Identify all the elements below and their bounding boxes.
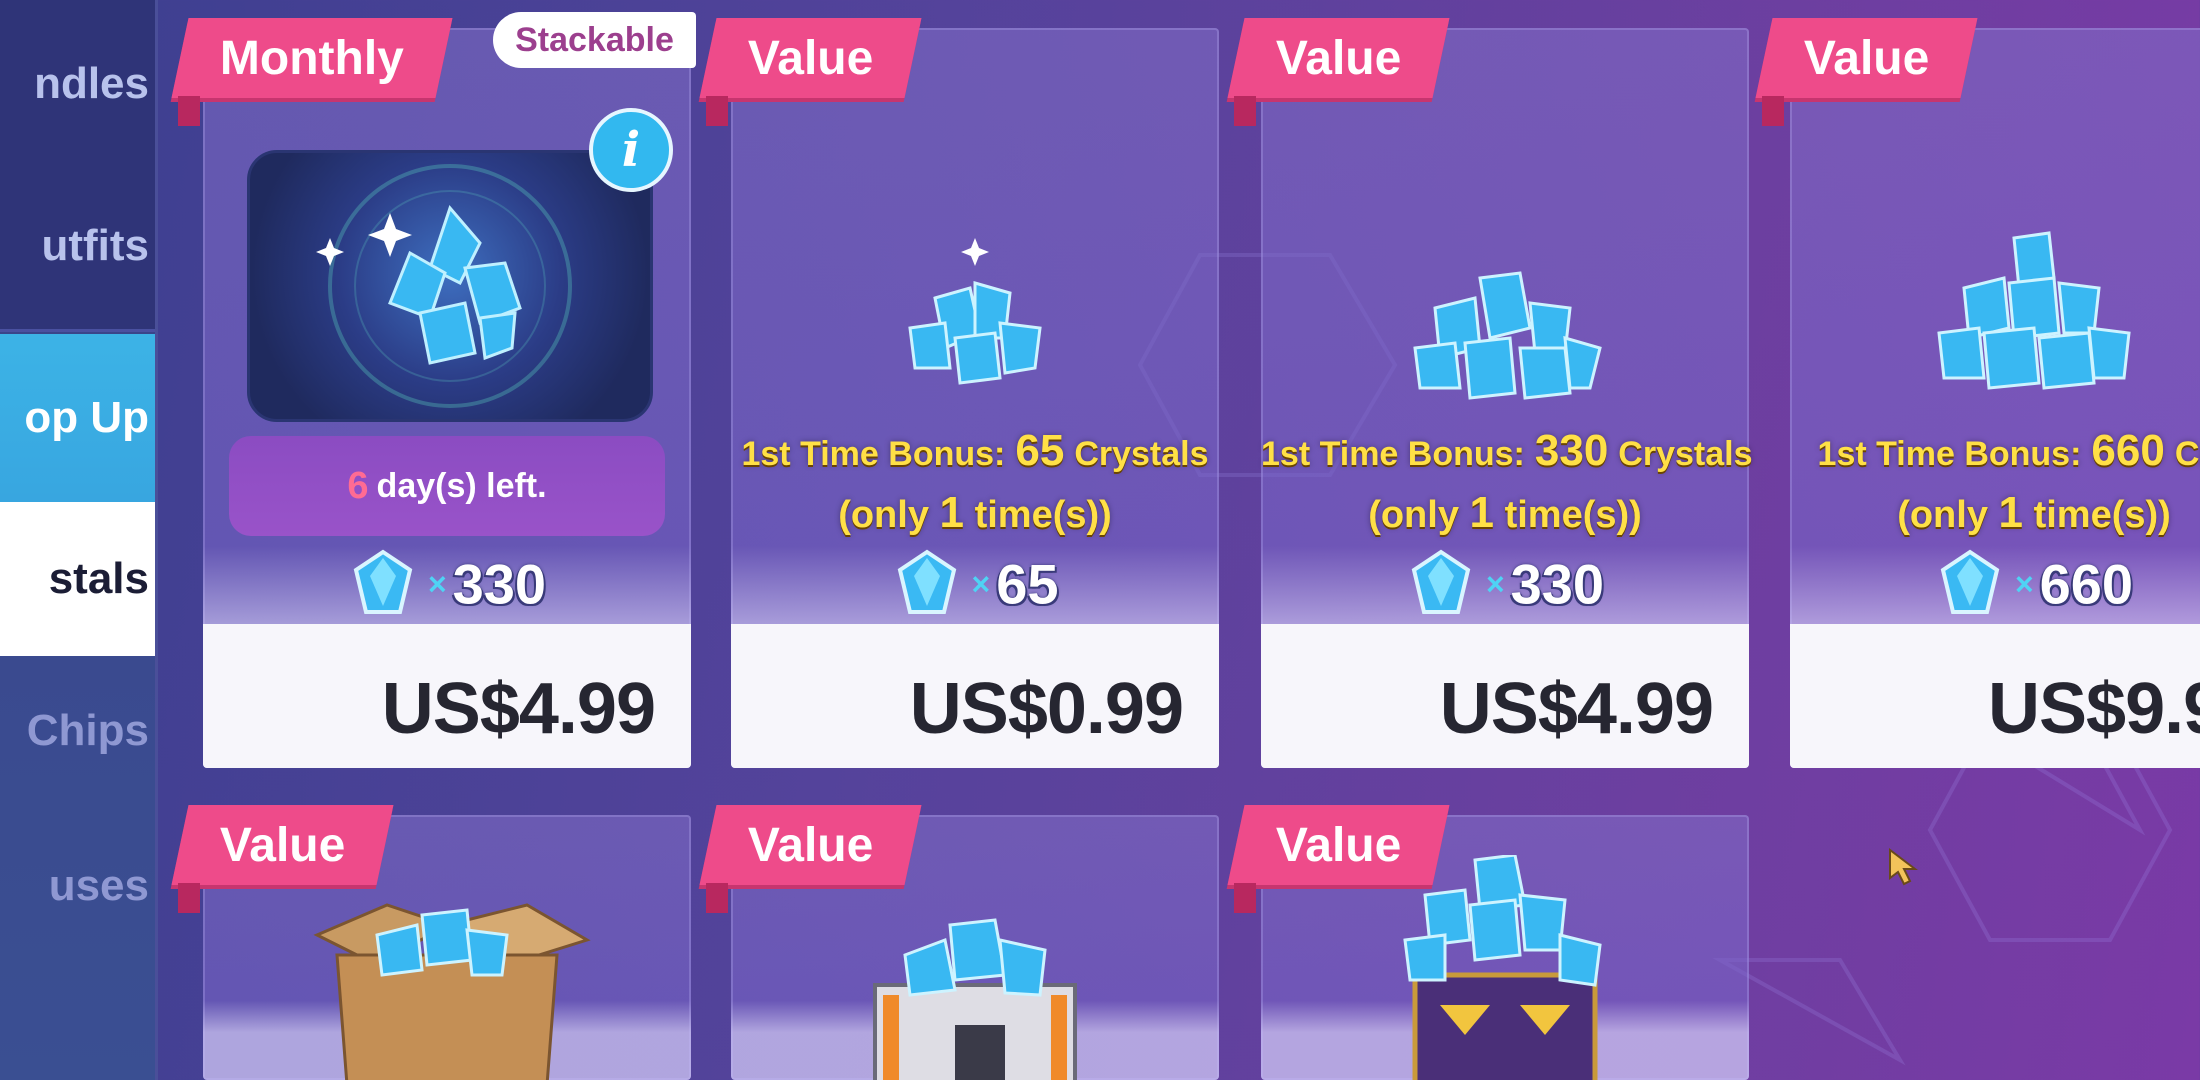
tag-value: Value [1227, 805, 1450, 885]
tag-label: Value [220, 818, 346, 872]
tag-label: Monthly [220, 31, 404, 85]
category-sidebar: ndles utfits op Up stals Chips uses [0, 0, 158, 1080]
sidebar-item-label: uses [48, 861, 149, 910]
info-icon: i [621, 122, 641, 178]
crystal-quantity: × 65 [731, 548, 1219, 620]
price-label: US$9.9 [1988, 669, 2200, 749]
tag-label: Value [1276, 31, 1402, 85]
sidebar-item-label: stals [48, 554, 149, 603]
crystal-icon [353, 549, 413, 614]
multiply-sign: × [971, 565, 991, 602]
limit-count: 1 [939, 488, 965, 537]
sidebar-item-houses[interactable]: uses [0, 806, 155, 966]
mouse-cursor-icon [1889, 848, 1918, 886]
crystal-pile-icon [1413, 271, 1602, 400]
ribbon-fold [1234, 96, 1256, 126]
sidebar-item-label: op Up [24, 393, 149, 442]
ribbon-fold [178, 883, 200, 913]
tag-value: Value [171, 805, 394, 885]
ribbon-fold [706, 96, 728, 126]
price-label: US$4.99 [381, 669, 656, 749]
crystal-pack-card-660[interactable]: 1st Time Bonus:660Crys (only 1 time(s)) … [1790, 28, 2200, 768]
crystal-icon [897, 549, 956, 614]
monthly-pass-card[interactable]: i 6 day(s) left. × 330 US$4.99 [203, 28, 691, 768]
bonus-amount: 330 [1534, 426, 1609, 475]
stackable-badge: Stackable [493, 12, 696, 68]
ribbon-fold [1234, 883, 1256, 913]
days-left-label: day(s) left. [376, 466, 547, 505]
crystal-amount: 660 [2039, 552, 2134, 616]
crystal-amount: 65 [996, 552, 1059, 616]
crystal-amount: 330 [452, 552, 547, 616]
limit-prefix: (only [1368, 494, 1459, 536]
sidebar-item-label: Chips [26, 706, 149, 755]
crystal-quantity: × 330 [1261, 548, 1749, 620]
sidebar-item-bundles[interactable]: ndles [0, 0, 155, 170]
ribbon-fold [1762, 96, 1784, 126]
limit-count: 1 [1469, 488, 1495, 537]
bonus-amount: 660 [2091, 426, 2165, 475]
sidebar-item-label: ndles [34, 58, 149, 108]
limit-suffix: time(s)) [974, 494, 1112, 536]
days-left-count: 6 [347, 464, 369, 507]
crystal-pile-icon [908, 238, 1042, 385]
sidebar-item-crystals[interactable]: stals [0, 502, 155, 656]
multiply-sign: × [1485, 565, 1505, 602]
sidebar-item-top-up[interactable]: op Up [0, 334, 155, 502]
ribbon-fold [178, 96, 200, 126]
crystal-pile-icon [1937, 231, 2131, 390]
bonus-unit: Crys [2174, 435, 2200, 473]
tag-value: Value [699, 18, 922, 98]
crystal-quantity: × 660 [1790, 548, 2200, 620]
limit-suffix: time(s)) [2033, 494, 2171, 536]
first-time-bonus: 1st Time Bonus: 65 Crystals (only 1 time(s… [731, 426, 1219, 538]
info-button[interactable]: i [589, 108, 673, 192]
tag-label: Value [748, 818, 874, 872]
limit-prefix: (only [1897, 494, 1988, 536]
tag-monthly: Monthly [171, 18, 453, 98]
bonus-prefix: 1st Time Bonus: [741, 435, 1006, 473]
crystal-cluster-icon [316, 164, 572, 408]
tag-value: Value [1227, 18, 1450, 98]
crystal-icon [1411, 549, 1471, 614]
limit-prefix: (only [838, 494, 929, 536]
tag-value: Value [1755, 18, 1978, 98]
tag-label: Value [1276, 818, 1402, 872]
first-time-bonus: 1st Time Bonus:660 Crys (only 1 time(s)) [1790, 426, 2200, 538]
limit-suffix: time(s)) [1504, 494, 1642, 536]
days-left-pill: 6 day(s) left. [229, 436, 665, 536]
crystal-icon [1940, 549, 2000, 614]
bonus-amount: 65 [1015, 426, 1065, 475]
price-label: US$4.99 [1439, 669, 1714, 749]
crystal-treasure-chest-icon [1403, 855, 1602, 1080]
crystal-pack-card-330[interactable]: 1st Time Bonus: 330 Crystals (only 1 time(… [1261, 28, 1753, 768]
sidebar-item-label: utfits [41, 220, 149, 270]
crystal-amount: 330 [1510, 552, 1605, 616]
bonus-unit: Crystals [1618, 435, 1753, 473]
ribbon-fold [706, 883, 728, 913]
first-time-bonus: 1st Time Bonus: 330 Crystals (only 1 time(… [1261, 426, 1753, 538]
crystal-chest-icon [873, 918, 1077, 1080]
sidebar-item-outfits[interactable]: utfits [0, 162, 155, 332]
limit-count: 1 [1998, 488, 2024, 537]
bonus-unit: Crystals [1074, 435, 1209, 473]
price-label: US$0.99 [909, 669, 1184, 749]
tag-label: Value [748, 31, 874, 85]
sidebar-item-chips[interactable]: Chips [0, 656, 155, 806]
crystal-pack-card-65[interactable]: 1st Time Bonus: 65 Crystals (only 1 time(s… [731, 28, 1219, 768]
monthly-pass-image [247, 150, 653, 422]
multiply-sign: × [2014, 565, 2034, 602]
tag-label: Value [1804, 31, 1930, 85]
bonus-prefix: 1st Time Bonus: [1817, 435, 2082, 473]
tag-value: Value [699, 805, 922, 885]
multiply-sign: × [427, 565, 447, 602]
bonus-prefix: 1st Time Bonus: [1261, 435, 1525, 473]
crystal-box-icon [313, 903, 591, 1080]
crystal-quantity: × 330 [203, 548, 691, 620]
